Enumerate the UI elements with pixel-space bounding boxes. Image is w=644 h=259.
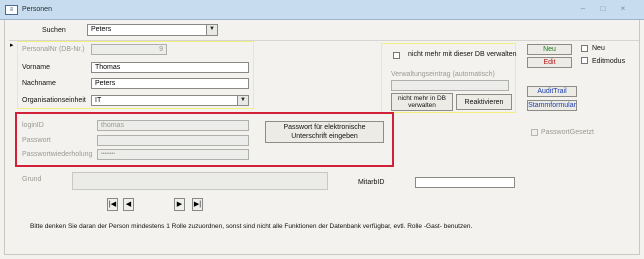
audittrail-button[interactable]: AuditTrail — [527, 86, 577, 97]
org-label: Organisationseinheit — [22, 97, 86, 104]
password-repeat-label: Passwortwiederholung — [22, 151, 93, 158]
chevron-down-icon[interactable]: ▼ — [206, 25, 217, 35]
mitarbid-field[interactable] — [415, 177, 515, 188]
close-button[interactable]: × — [616, 3, 630, 15]
footer-note: Bitte denken Sie daran der Person mindes… — [30, 223, 473, 230]
vorname-field[interactable]: Thomas — [91, 62, 249, 73]
search-label: Suchen — [42, 27, 66, 34]
editmode-checkbox[interactable] — [581, 57, 588, 64]
prev-record-icon[interactable]: ◀ — [123, 198, 134, 211]
admin-entry-field — [391, 80, 509, 91]
edit-button[interactable]: Edit — [527, 57, 572, 68]
next-record-icon[interactable]: ▶ — [174, 198, 185, 211]
personal-nr-label: PersonalNr (DB-Nr.) — [22, 46, 85, 53]
editmode-checkbox-label: Editmodus — [592, 58, 626, 65]
password-set-label: PasswortGesetzt — [541, 129, 594, 136]
org-value: IT — [95, 97, 102, 104]
password-set-checkbox — [531, 129, 538, 136]
chevron-down-icon[interactable]: ▼ — [237, 96, 248, 105]
vorname-label: Vorname — [22, 64, 51, 71]
not-used-label: nicht mehr mit dieser DB verwalten — [408, 51, 517, 58]
new-checkbox-label: Neu — [592, 45, 605, 52]
admin-entry-label: Verwaltungseintrag (automatisch) — [391, 71, 495, 78]
search-combo[interactable]: Peters ▼ — [87, 24, 218, 36]
password-field — [97, 135, 249, 146]
form-icon: ≡ — [5, 5, 18, 15]
title-bar — [0, 0, 644, 20]
org-combo[interactable]: IT ▼ — [91, 95, 249, 106]
login-field: thomas — [97, 120, 249, 131]
password-repeat-field: •••••••• — [97, 149, 249, 160]
e-signature-password-button[interactable]: Passwort für elektronische Unterschrift … — [265, 121, 384, 143]
record-selector-icon[interactable]: ▸ — [10, 41, 14, 49]
first-record-icon[interactable]: |◀ — [107, 198, 118, 211]
nachname-field[interactable]: Peters — [91, 78, 249, 89]
mitarbid-label: MitarbID — [358, 179, 385, 186]
window-title: Personen — [22, 6, 52, 13]
login-label: loginID — [22, 122, 44, 129]
search-value: Peters — [91, 26, 112, 33]
personal-nr-field: 9 — [91, 44, 167, 55]
password-label: Passwort — [22, 137, 51, 144]
reactivate-button[interactable]: Reaktivieren — [456, 94, 512, 110]
nachname-label: Nachname — [22, 80, 56, 87]
new-button[interactable]: Neu — [527, 44, 572, 55]
grund-field — [72, 172, 328, 190]
minimize-button[interactable]: – — [576, 3, 590, 15]
new-checkbox[interactable] — [581, 45, 588, 52]
grund-label: Grund — [22, 176, 42, 183]
not-used-checkbox[interactable] — [393, 52, 400, 59]
maximize-button[interactable]: □ — [596, 3, 610, 15]
not-in-db-button[interactable]: nicht mehr in DB verwalten — [391, 93, 453, 111]
last-record-icon[interactable]: ▶| — [192, 198, 203, 211]
stammformular-button[interactable]: Stammformular — [527, 100, 577, 111]
